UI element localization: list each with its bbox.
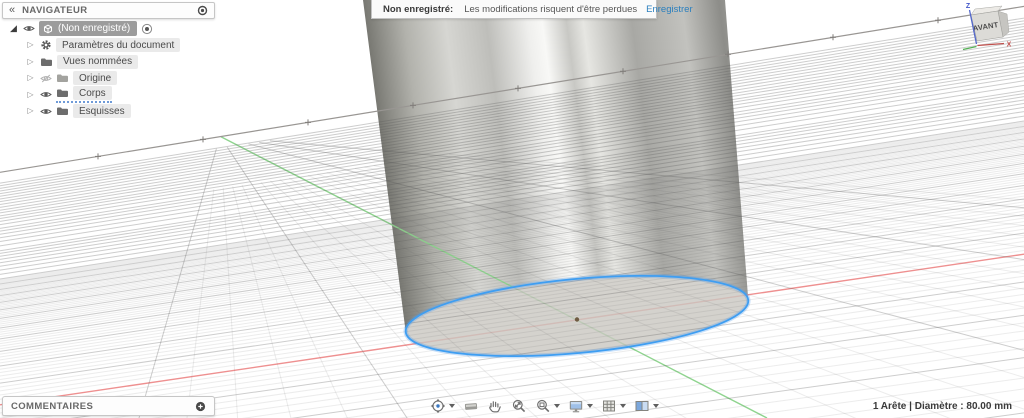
orbit-button[interactable] bbox=[430, 398, 455, 414]
circle-plus-icon bbox=[195, 401, 206, 412]
add-comment-button[interactable] bbox=[195, 401, 206, 412]
tree-item-label[interactable]: Paramètres du document bbox=[56, 38, 180, 52]
activate-component-icon[interactable] bbox=[141, 23, 153, 35]
navigator-settings-button[interactable] bbox=[197, 5, 208, 16]
viewport: « NAVIGATEUR ◢ (Non enregistré) ▷ Paramè… bbox=[0, 0, 1024, 418]
expander-icon[interactable]: ▷ bbox=[25, 41, 36, 49]
selection-status-text: 1 Arête | Diamètre : 80.00 mm bbox=[873, 401, 1012, 412]
navigator-panel-header: « NAVIGATEUR bbox=[2, 2, 215, 19]
look-at-icon bbox=[463, 398, 479, 414]
zoom-window-icon bbox=[535, 398, 551, 414]
tree-row-origin[interactable]: ▷ Origine bbox=[25, 72, 180, 85]
chevron-down-icon bbox=[554, 404, 560, 408]
collapse-panel-icon[interactable]: « bbox=[9, 5, 15, 16]
eye-icon[interactable] bbox=[23, 24, 35, 33]
folder-icon bbox=[56, 106, 69, 116]
view-cube[interactable]: AVANT Z X bbox=[948, 0, 1024, 64]
expander-icon[interactable]: ◢ bbox=[8, 24, 19, 33]
navigator-title: NAVIGATEUR bbox=[22, 5, 87, 16]
viewcube-x-label: X bbox=[1007, 42, 1012, 49]
gear-icon bbox=[40, 39, 52, 51]
pan-button[interactable] bbox=[487, 398, 503, 414]
warning-message: Les modifications risquent d'être perdue… bbox=[464, 4, 637, 15]
eye-icon[interactable] bbox=[40, 90, 52, 99]
eye-icon[interactable] bbox=[40, 107, 52, 116]
expander-icon[interactable]: ▷ bbox=[25, 91, 36, 99]
zoom-window-button[interactable] bbox=[535, 398, 560, 414]
chevron-down-icon bbox=[449, 404, 455, 408]
folder-icon bbox=[56, 88, 69, 98]
tree-item-label[interactable]: Vues nommées bbox=[57, 55, 138, 69]
display-settings-icon bbox=[568, 398, 584, 414]
tree-row-document-root[interactable]: ◢ (Non enregistré) bbox=[8, 22, 180, 35]
expander-icon[interactable]: ▷ bbox=[25, 58, 36, 66]
tree-row-document-settings[interactable]: ▷ Paramètres du document bbox=[25, 39, 180, 52]
display-settings-button[interactable] bbox=[568, 398, 593, 414]
chevron-down-icon bbox=[653, 404, 659, 408]
save-button[interactable]: Enregistrer bbox=[637, 4, 701, 15]
chevron-down-icon bbox=[620, 404, 626, 408]
zoom-button[interactable] bbox=[511, 398, 527, 414]
component-cube-icon bbox=[42, 23, 54, 35]
zoom-icon bbox=[511, 398, 527, 414]
viewcube-z-label: Z bbox=[966, 3, 971, 10]
comments-title: COMMENTAIRES bbox=[11, 401, 93, 412]
viewports-icon bbox=[634, 398, 650, 414]
tree-item-label[interactable]: Corps bbox=[73, 86, 112, 100]
viewcube-y-axis bbox=[963, 47, 977, 50]
orbit-icon bbox=[430, 398, 446, 414]
pan-hand-icon bbox=[487, 398, 503, 414]
folder-icon bbox=[56, 73, 69, 83]
warning-title: Non enregistré: bbox=[383, 4, 453, 15]
document-root-item[interactable]: (Non enregistré) bbox=[39, 21, 137, 36]
tree-row-sketches[interactable]: ▷ Esquisses bbox=[25, 105, 180, 118]
viewcube-x-axis bbox=[978, 44, 1005, 46]
bodies-selection-highlight: Corps bbox=[56, 86, 112, 103]
folder-icon bbox=[40, 57, 53, 67]
navigation-toolbar bbox=[430, 398, 659, 414]
grid-icon bbox=[601, 398, 617, 414]
circle-dot-icon bbox=[197, 5, 208, 16]
unsaved-warning-bar: Non enregistré: Les modifications risque… bbox=[371, 0, 657, 19]
navigator-tree: ◢ (Non enregistré) ▷ Paramètres du docum… bbox=[2, 22, 180, 118]
eye-hidden-icon[interactable] bbox=[40, 74, 52, 83]
origin-point bbox=[575, 317, 579, 321]
viewports-button[interactable] bbox=[634, 398, 659, 414]
tree-item-label[interactable]: Origine bbox=[73, 71, 117, 85]
look-at-button[interactable] bbox=[463, 398, 479, 414]
tree-row-named-views[interactable]: ▷ Vues nommées bbox=[25, 55, 180, 68]
tree-item-label[interactable]: Esquisses bbox=[73, 104, 131, 118]
expander-icon[interactable]: ▷ bbox=[25, 74, 36, 82]
grid-snap-button[interactable] bbox=[601, 398, 626, 414]
tree-row-bodies[interactable]: ▷ Corps bbox=[25, 88, 180, 101]
document-root-label: (Non enregistré) bbox=[58, 23, 130, 34]
expander-icon[interactable]: ▷ bbox=[25, 107, 36, 115]
comments-panel-header[interactable]: COMMENTAIRES bbox=[2, 396, 215, 416]
chevron-down-icon bbox=[587, 404, 593, 408]
